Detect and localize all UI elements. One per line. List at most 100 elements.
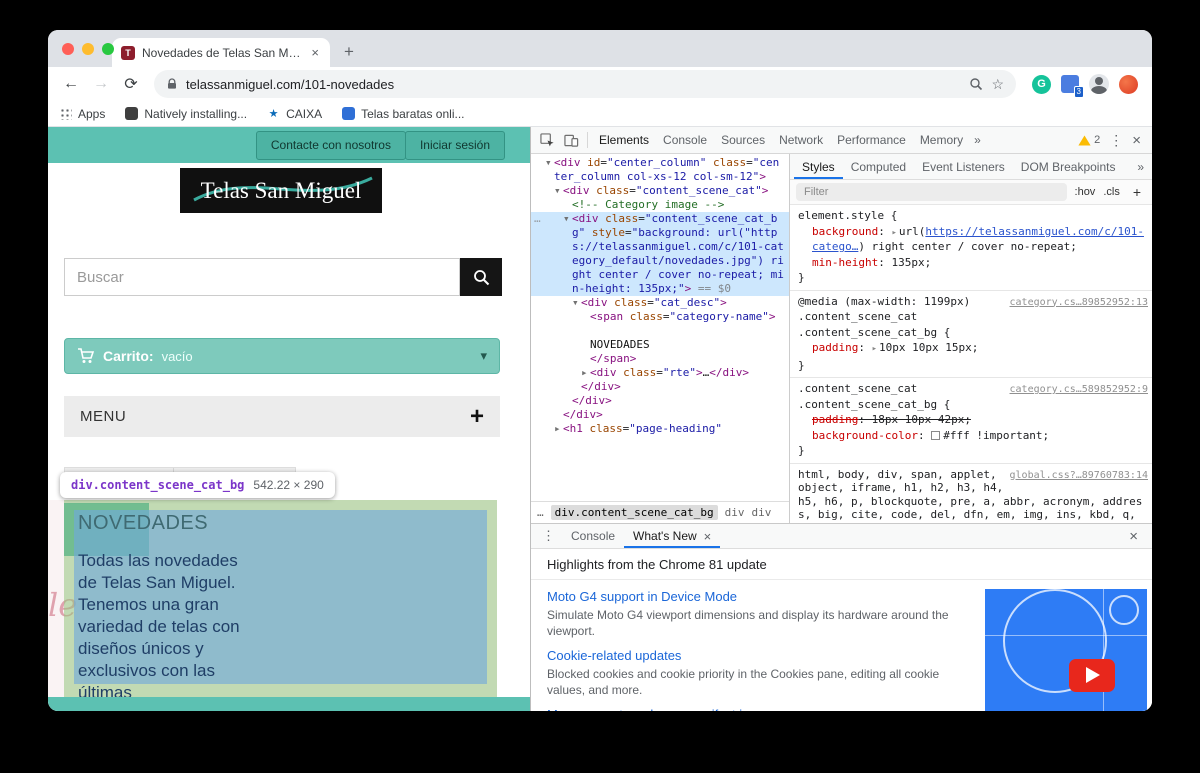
style-row[interactable]: } [790, 443, 1152, 459]
new-tab-button[interactable]: + [336, 39, 362, 65]
tab-close-icon[interactable]: × [309, 45, 321, 60]
style-row[interactable]: padding: 18px 10px 42px; [790, 412, 1152, 428]
search-input[interactable]: Buscar [64, 258, 460, 296]
back-button[interactable]: ← [58, 71, 84, 97]
cls-toggle[interactable]: .cls [1103, 186, 1120, 198]
dom-tree-line[interactable]: ▾ <div class="cat_desc"> [531, 296, 789, 310]
style-row[interactable]: .content_scene_cat [790, 309, 1152, 325]
dom-tree-line[interactable]: <span class="category-name"> [531, 310, 789, 324]
menu-expand-button[interactable]: + [470, 403, 484, 431]
style-row[interactable]: .content_scene_cat_bg { [790, 325, 1152, 341]
dom-tree-line[interactable]: … ▾ <div class="content_scene_cat_bg" styl… [531, 212, 789, 296]
style-rule: category.cs…589852952:9 .content_scene_ca… [790, 378, 1152, 464]
bookmark-item[interactable]: Natively installing... [125, 107, 247, 121]
dom-tree-line[interactable] [531, 324, 789, 338]
dom-tree-line[interactable]: ▸ <h1 class="page-heading" [531, 422, 789, 436]
dom-tree-line[interactable]: </div> [531, 408, 789, 422]
dom-tree-line[interactable]: <!-- Category image --> [531, 198, 789, 212]
dom-breadcrumb[interactable]: div.content_scene_cat_bg [550, 505, 718, 520]
style-source-link[interactable]: category.cs…89852952:13 [1010, 296, 1148, 310]
style-row[interactable]: background: ▸ url(https://telassanmiguel.… [790, 224, 1152, 255]
bookmark-item[interactable]: CAIXA [267, 107, 322, 121]
window-zoom-button[interactable] [102, 43, 114, 55]
bookmark-item[interactable]: Telas baratas onli... [342, 107, 464, 121]
devtools-tab-console[interactable]: Console [656, 127, 714, 153]
disclosure-arrow-icon[interactable]: ▾ [563, 212, 572, 226]
devtools-tab-network[interactable]: Network [772, 127, 830, 153]
style-rule: category.cs…89852952:13 @media (max-width… [790, 291, 1152, 378]
reload-button[interactable]: ⟳ [118, 71, 144, 97]
style-rule: element.style {background: ▸ url(https://… [790, 205, 1152, 291]
disclosure-arrow-icon[interactable]: ▾ [554, 184, 563, 198]
disclosure-arrow-icon[interactable]: ▸ [581, 366, 590, 380]
search-button[interactable] [460, 258, 502, 296]
login-button[interactable]: Iniciar sesión [404, 130, 505, 160]
styles-subtab-styles[interactable]: Styles [794, 155, 843, 179]
drawer-tab-console[interactable]: Console [562, 524, 624, 548]
ellipsis-gutter-icon[interactable]: … [534, 212, 541, 226]
dom-breadcrumb[interactable]: div [751, 506, 771, 519]
color-swatch[interactable] [931, 430, 941, 440]
devtools-tab-memory[interactable]: Memory [913, 127, 970, 153]
youtube-play-icon[interactable] [1069, 659, 1115, 692]
menu-bar[interactable]: MENU + [64, 396, 500, 437]
dom-tree-line[interactable]: ▸ <div class="rte">…</div> [531, 366, 789, 380]
drawer-tab-close-icon[interactable]: × [704, 529, 712, 544]
cart-dropdown[interactable]: Carrito: vacío ▾ [64, 338, 500, 374]
drawer-menu-icon[interactable]: ⋮ [537, 528, 560, 544]
devtools-tab-sources[interactable]: Sources [714, 127, 772, 153]
dom-tree-line[interactable]: ▾ <div id="center_column" class="center_c… [531, 156, 789, 184]
drawer-close-icon[interactable]: × [1121, 528, 1146, 545]
window-close-button[interactable] [62, 43, 74, 55]
apps-shortcut[interactable]: Apps [60, 107, 105, 121]
devtools-close-icon[interactable]: × [1132, 132, 1141, 149]
window-minimize-button[interactable] [82, 43, 94, 55]
dom-breadcrumb[interactable]: … [537, 506, 544, 519]
style-source-link[interactable]: global.css?…89760783:14 [1010, 469, 1148, 483]
disclosure-arrow-icon[interactable]: ▾ [572, 296, 581, 310]
browser-tab[interactable]: Novedades de Telas San Miguel × [112, 38, 330, 67]
disclosure-arrow-icon[interactable]: ▾ [545, 156, 554, 170]
drawer-tab-what-s-new[interactable]: What's New × [624, 524, 720, 548]
disclosure-arrow-icon[interactable]: ▸ [554, 422, 563, 436]
dom-tree-line[interactable]: </div> [531, 394, 789, 408]
extension-icon[interactable]: 3 [1061, 75, 1084, 98]
dom-tree-line[interactable]: ▾ <div class="content_scene_cat"> [531, 184, 789, 198]
style-row[interactable]: } [790, 358, 1152, 374]
style-row[interactable]: background-color: #fff !important; [790, 428, 1152, 444]
inspect-element-icon[interactable] [535, 128, 559, 152]
styles-subtabs-more[interactable]: » [1129, 160, 1152, 174]
styles-subtab-computed[interactable]: Computed [843, 155, 914, 179]
style-row[interactable]: .content_scene_cat_bg { [790, 397, 1152, 413]
dom-tree-line[interactable]: </div> [531, 380, 789, 394]
dom-tree-line[interactable]: </span> [531, 352, 789, 366]
dom-breadcrumb[interactable]: div [725, 506, 745, 519]
devtools-tab-performance[interactable]: Performance [830, 127, 913, 153]
styles-subtab-dom-breakpoints[interactable]: DOM Breakpoints [1013, 155, 1124, 179]
devtools-tab-elements[interactable]: Elements [592, 127, 656, 153]
hov-toggle[interactable]: :hov [1075, 186, 1096, 198]
warning-badge[interactable]: 2 [1078, 134, 1100, 146]
zoom-icon[interactable] [969, 77, 983, 91]
style-row[interactable]: element.style { [790, 208, 1152, 224]
style-row[interactable]: } [790, 270, 1152, 286]
video-thumbnail[interactable] [985, 589, 1147, 711]
style-source-link[interactable]: category.cs…589852952:9 [1010, 383, 1148, 397]
extension-icon-orange[interactable] [1119, 74, 1138, 94]
bookmark-star-icon[interactable]: ☆ [991, 76, 1004, 93]
devtools-menu-icon[interactable]: ⋮ [1109, 132, 1123, 149]
styles-subtab-event-listeners[interactable]: Event Listeners [914, 155, 1013, 179]
device-toolbar-icon[interactable] [559, 128, 583, 152]
devtools-more-tabs[interactable]: » [970, 133, 985, 147]
grammarly-extension-icon[interactable] [1032, 74, 1051, 94]
site-logo[interactable]: Telas San Miguel [180, 168, 382, 213]
profile-avatar[interactable] [1089, 74, 1109, 94]
contact-button[interactable]: Contacte con nosotros [255, 130, 406, 160]
dom-tree-line[interactable]: NOVEDADES [531, 338, 789, 352]
style-row[interactable]: padding: ▸ 10px 10px 15px; [790, 340, 1152, 358]
filter-input[interactable]: Filter [796, 183, 1067, 201]
style-row[interactable]: min-height: 135px; [790, 255, 1152, 271]
new-style-rule-button[interactable]: + [1133, 184, 1141, 200]
address-bar[interactable]: telassanmiguel.com/101-novedades ☆ [154, 70, 1016, 98]
